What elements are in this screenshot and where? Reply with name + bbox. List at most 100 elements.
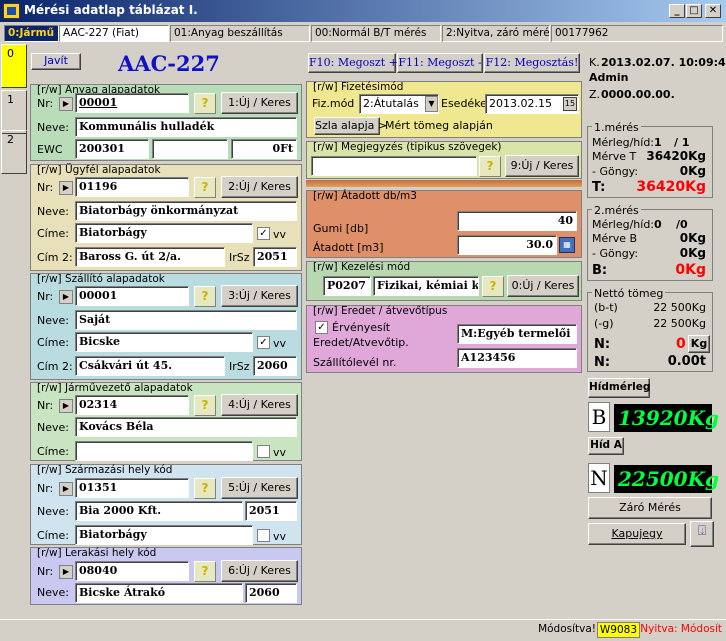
kapujegy-button[interactable]: Kapujegy <box>588 523 686 545</box>
szarm-nr-input[interactable]: 01351 <box>75 478 189 498</box>
tab-2[interactable]: 2 <box>1 130 27 174</box>
help-icon[interactable]: ? <box>194 561 216 582</box>
help-icon[interactable]: ? <box>194 177 216 198</box>
price-input[interactable]: 0Ft <box>231 139 297 159</box>
arrow-icon[interactable]: ▶ <box>59 290 73 304</box>
chevron-down-icon[interactable]: ▼ <box>425 96 438 112</box>
cime-label: Címe: <box>37 336 69 349</box>
minimize-button[interactable]: _ <box>669 4 685 18</box>
ugyfel-cime-input[interactable]: Biatorbágy <box>75 223 253 243</box>
ugyfel-cim2-input[interactable]: Baross G. út 2/a. <box>75 247 225 267</box>
vv-checkbox[interactable]: ✓ <box>257 336 270 349</box>
szallito-search-button[interactable]: 3:Új / Keres <box>221 285 298 307</box>
calculator-icon[interactable]: ▦ <box>559 237 575 253</box>
szallito-irsz-input[interactable]: 2060 <box>253 356 297 376</box>
tab-0[interactable]: 0 <box>1 44 27 88</box>
szarm-cime-input[interactable]: Biatorbágy <box>75 525 253 545</box>
vv-checkbox[interactable] <box>257 529 270 542</box>
ewc-input[interactable]: 200301 <box>75 139 149 159</box>
megj-search-button[interactable]: 9:Új / Keres <box>505 155 579 177</box>
kezeles-code-input[interactable]: P0207 <box>323 276 371 296</box>
merve-value: 36420Kg <box>646 149 706 163</box>
help-icon[interactable]: ? <box>194 93 216 114</box>
atadott-input[interactable]: 30.0 <box>457 235 557 255</box>
lerak-neve-input[interactable]: Bicske Átrakó <box>75 583 243 603</box>
arrow-icon[interactable]: ▶ <box>59 97 73 111</box>
ugyfel-neve-input[interactable]: Biatorbágy önkormányzat <box>75 201 297 221</box>
jarmu-cime-input[interactable] <box>75 441 253 461</box>
merve-label: Mérve T <box>592 150 637 163</box>
kg-unit-button[interactable]: Kg <box>688 335 710 353</box>
kezeles-search-button[interactable]: 0:Új / Keres <box>507 275 579 297</box>
jarmu-search-button[interactable]: 4:Új / Keres <box>221 394 298 416</box>
arrow-icon[interactable]: ▶ <box>59 565 73 579</box>
help-icon[interactable]: ? <box>482 276 504 297</box>
szallitolevel-input[interactable]: A123456 <box>457 348 577 368</box>
neve-label: Neve: <box>37 421 69 434</box>
state-status: Nyitva: Módosít <box>640 623 722 635</box>
f10-button[interactable]: F10: Megoszt + <box>308 53 398 73</box>
ervenyesit-checkbox[interactable]: ✓ <box>315 321 328 334</box>
window-title: Mérési adatlap táblázat I. <box>24 3 198 17</box>
gumi-label: Gumi [db] <box>313 222 369 235</box>
jarmu-nr-input[interactable]: 02314 <box>75 395 189 415</box>
help-icon[interactable]: ? <box>194 395 216 416</box>
anyag-nr-input[interactable]: 00001 <box>75 93 189 113</box>
calendar-icon[interactable]: 15 <box>563 97 577 111</box>
szla-alapja-button[interactable]: Szla alapja > <box>314 117 387 135</box>
help-icon[interactable]: ? <box>194 286 216 307</box>
t-value: 36420Kg <box>636 179 706 195</box>
hidmerleg-button[interactable]: Hídmérleg <box>588 378 650 398</box>
vehicle-tab-label[interactable]: 0:Jármű <box>4 25 59 42</box>
hid-a-button[interactable]: Híd A <box>588 437 624 455</box>
ugyfel-search-button[interactable]: 2:Új / Keres <box>221 176 298 198</box>
arrow-icon[interactable]: ▶ <box>59 482 73 496</box>
close-button[interactable]: ✕ <box>705 4 721 18</box>
maximize-button[interactable]: □ <box>686 4 702 18</box>
szallito-neve-input[interactable]: Saját <box>75 310 297 330</box>
anyag-neve-input[interactable]: Kommunális hulladék <box>75 117 297 137</box>
merleg-label: Mérleg/híd: <box>592 218 655 231</box>
ugyfel-irsz-input[interactable]: 2051 <box>253 247 297 267</box>
info-row: 0:Jármű AAC-227 (Fiat) 01:Anyag beszállí… <box>0 25 726 42</box>
vv-checkbox[interactable]: ✓ <box>257 227 270 240</box>
zaro-meres-button[interactable]: Záró Mérés <box>588 497 712 519</box>
cime-label: Címe: <box>37 227 69 240</box>
z-timestamp: 0000.00.00. <box>601 88 675 101</box>
szallito-cime-input[interactable]: Bicske <box>75 332 253 352</box>
help-icon[interactable]: ? <box>479 156 501 177</box>
ugyfel-title: [r/w] Ügyfél alapadatok <box>37 164 161 176</box>
lerak-irsz-input[interactable]: 2060 <box>245 583 297 603</box>
megj-input[interactable] <box>311 156 477 176</box>
help-icon[interactable]: ? <box>194 478 216 499</box>
eredet-input[interactable]: M:Egyéb termelői <box>457 324 577 344</box>
lerak-nr-input[interactable]: 08040 <box>75 561 189 581</box>
szarm-neve-input[interactable]: Bia 2000 Kft. <box>75 501 243 521</box>
kezeles-text-input[interactable]: Fizikai, kémiai kezel <box>373 276 479 296</box>
szarm-irsz-input[interactable]: 2051 <box>245 501 297 521</box>
arrow-icon[interactable]: ▶ <box>59 399 73 413</box>
tab-1[interactable]: 1 <box>1 90 27 134</box>
record-id-cell: 00177962 <box>551 25 723 42</box>
merve-value: 0Kg <box>679 231 706 245</box>
ewc2-input[interactable] <box>152 139 228 159</box>
szarm-search-button[interactable]: 5:Új / Keres <box>221 477 298 499</box>
exit-icon[interactable]: ⍗ <box>690 521 714 547</box>
szallito-cim2-input[interactable]: Csákvári út 45. <box>75 356 225 376</box>
jarmu-neve-input[interactable]: Kovács Béla <box>75 417 297 437</box>
gongy-value: 0Kg <box>679 164 706 178</box>
szallito-nr-input[interactable]: 00001 <box>75 286 189 306</box>
atadott-label: Átadott [m3] <box>313 241 384 254</box>
ugyfel-nr-input[interactable]: 01196 <box>75 177 189 197</box>
anyag-search-button[interactable]: 1:Új / Keres <box>221 92 298 114</box>
f12-button[interactable]: F12: Megosztás! <box>484 53 580 73</box>
fizetes-panel: [r/w] Fizetésimód Fiz.mód 2:Átutalás ▼ E… <box>306 81 582 138</box>
vv-checkbox[interactable] <box>257 445 270 458</box>
megj-title: [r/w] Megjegyzés (tipikus szövegek) <box>313 141 502 153</box>
f11-button[interactable]: F11: Megoszt - <box>397 53 483 73</box>
nr-label: Nr: <box>37 290 54 303</box>
javit-button[interactable]: Javít <box>31 53 81 70</box>
gumi-input[interactable]: 40 <box>457 211 577 231</box>
lerak-search-button[interactable]: 6:Új / Keres <box>221 560 298 582</box>
arrow-icon[interactable]: ▶ <box>59 181 73 195</box>
